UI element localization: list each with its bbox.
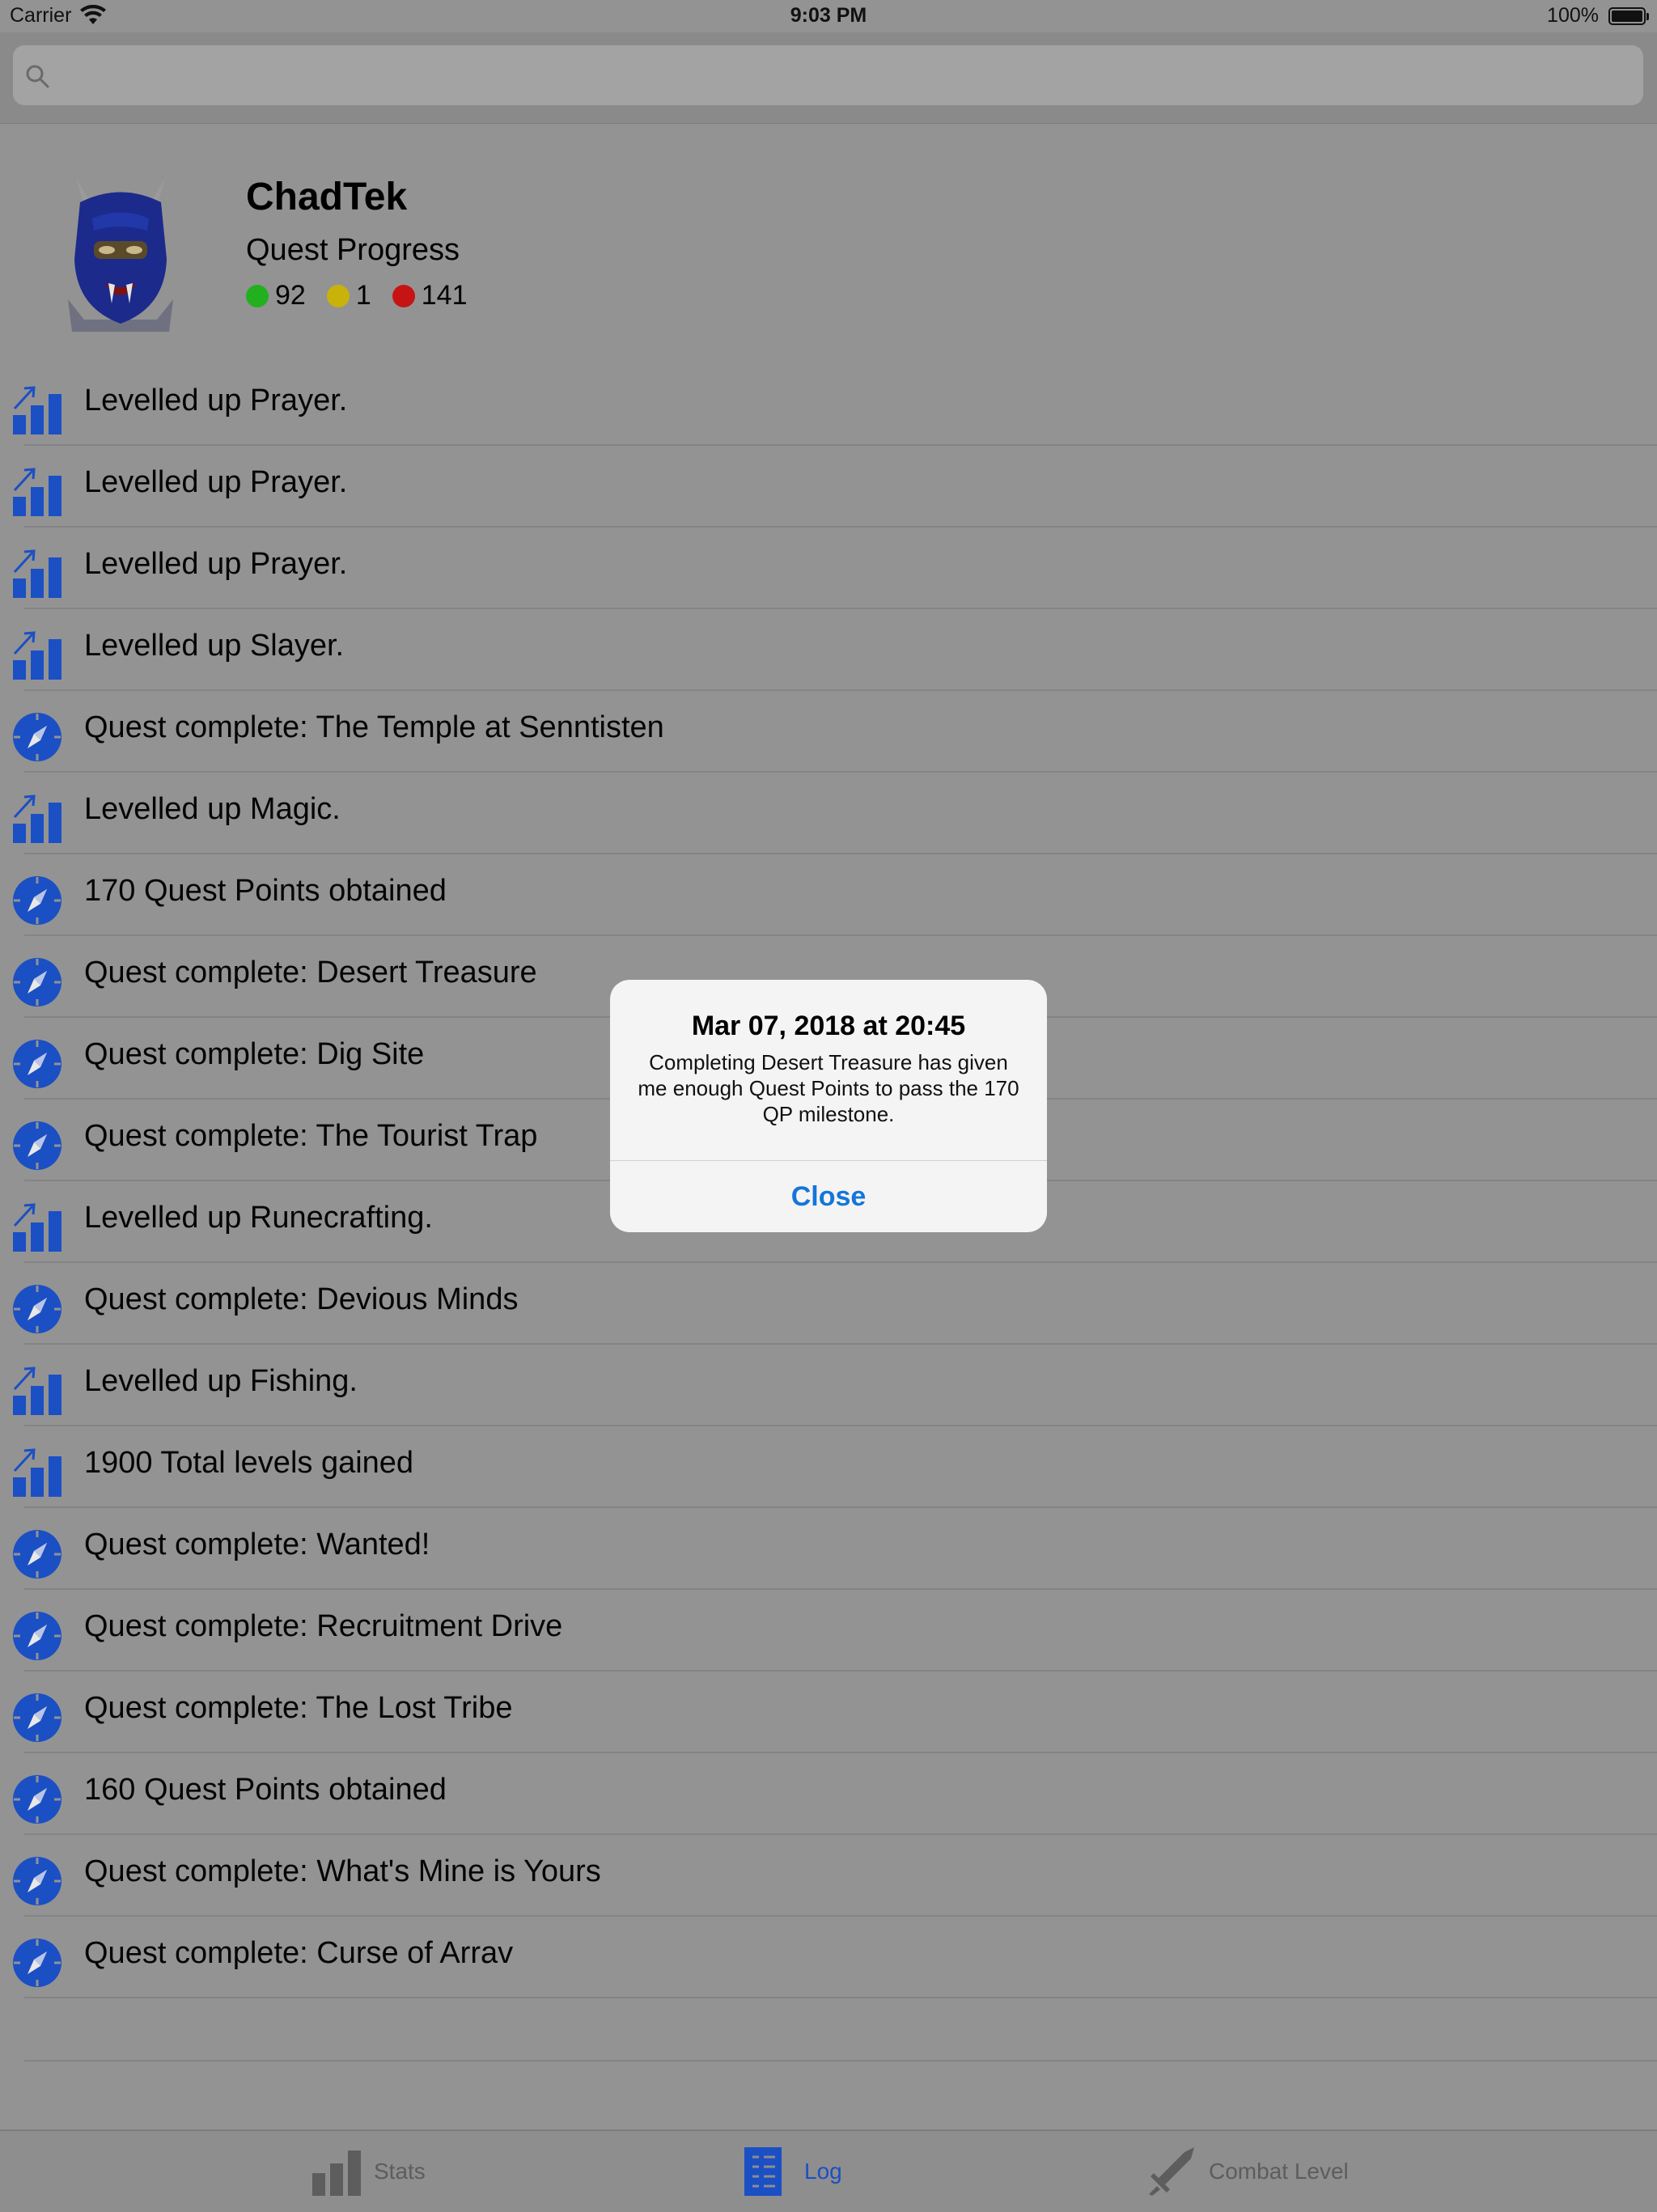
tab-label: Stats — [374, 2159, 426, 2184]
log-row-text: Quest complete: What's Mine is Yours — [84, 1854, 601, 1888]
log-row[interactable]: 160 Quest Points obtained — [13, 1753, 1657, 1835]
level-up-icon — [11, 384, 63, 436]
log-row-text: Levelled up Magic. — [84, 792, 341, 826]
clock: 9:03 PM — [790, 4, 867, 27]
battery-percentage: 100% — [1547, 4, 1599, 27]
log-row[interactable]: Quest complete: Recruitment Drive — [13, 1590, 1657, 1672]
level-up-icon — [11, 466, 63, 518]
alert-message: Completing Desert Treasure has given me … — [638, 1050, 1019, 1126]
level-up-icon — [11, 793, 63, 845]
status-bar: Carrier 9:03 PM 100% — [0, 0, 1657, 32]
log-row-text: Quest complete: Devious Minds — [84, 1282, 519, 1316]
event-detail-alert: Mar 07, 2018 at 20:45 Completing Desert … — [610, 980, 1047, 1232]
log-row-text: Levelled up Prayer. — [84, 383, 348, 417]
log-row-text: Quest complete: Desert Treasure — [84, 956, 537, 989]
compass-icon — [11, 1038, 63, 1090]
compass-icon — [11, 1120, 63, 1172]
compass-icon — [11, 1773, 63, 1825]
level-up-icon — [11, 1201, 63, 1253]
close-button[interactable]: Close — [610, 1161, 1047, 1232]
log-row-text: 170 Quest Points obtained — [84, 874, 447, 908]
in-progress-count: 1 — [355, 280, 371, 311]
divider — [24, 2060, 1657, 2062]
quest-progress-counts: 92 1 141 — [246, 280, 488, 311]
log-row[interactable]: Levelled up Slayer. — [13, 609, 1657, 691]
log-row-text: Quest complete: The Lost Tribe — [84, 1691, 513, 1725]
log-row-text: Levelled up Prayer. — [84, 465, 348, 499]
completed-dot-icon — [246, 284, 269, 307]
level-up-icon — [11, 629, 63, 681]
tab-bar: Stats Log Combat Level — [0, 2129, 1657, 2212]
tab-label: Log — [804, 2159, 842, 2184]
completed-count: 92 — [275, 280, 306, 311]
player-name: ChadTek — [246, 176, 408, 218]
compass-icon — [11, 1528, 63, 1580]
compass-icon — [11, 956, 63, 1008]
compass-icon — [11, 711, 63, 763]
in-progress-dot-icon — [326, 284, 350, 307]
log-row[interactable]: Levelled up Magic. — [13, 773, 1657, 854]
search-icon — [26, 65, 49, 88]
tab-label: Combat Level — [1209, 2159, 1349, 2184]
level-up-icon — [11, 1365, 63, 1417]
log-row-text: 160 Quest Points obtained — [84, 1773, 447, 1807]
compass-icon — [11, 875, 63, 926]
log-row-text: Quest complete: The Tourist Trap — [84, 1119, 538, 1153]
sword-icon — [1149, 2147, 1194, 2196]
tab-combat-level[interactable]: Combat Level — [1146, 2131, 1349, 2212]
battery-icon — [1608, 7, 1649, 25]
compass-icon — [11, 1937, 63, 1989]
level-up-icon — [11, 548, 63, 600]
log-row[interactable]: Quest complete: Devious Minds — [13, 1263, 1657, 1345]
compass-icon — [11, 1610, 63, 1662]
tab-log[interactable]: Log — [741, 2131, 842, 2212]
log-row-text: Quest complete: Recruitment Drive — [84, 1609, 563, 1643]
log-row[interactable]: Quest complete: The Temple at Senntisten — [13, 691, 1657, 773]
compass-icon — [11, 1283, 63, 1335]
log-row-text: Levelled up Runecrafting. — [84, 1201, 433, 1235]
player-avatar — [68, 178, 173, 332]
log-row[interactable]: Levelled up Prayer. — [13, 446, 1657, 528]
log-row[interactable]: Levelled up Fishing. — [13, 1345, 1657, 1426]
search-input[interactable] — [13, 45, 1643, 105]
log-icon — [744, 2147, 782, 2196]
log-row[interactable]: Levelled up Prayer. — [13, 364, 1657, 446]
compass-icon — [11, 1692, 63, 1744]
not-started-count: 141 — [421, 280, 468, 311]
level-up-icon — [11, 1447, 63, 1498]
search-bar — [0, 32, 1657, 124]
log-row[interactable]: Levelled up Prayer. — [13, 528, 1657, 609]
quest-progress-label: Quest Progress — [246, 233, 460, 267]
log-row[interactable]: 170 Quest Points obtained — [13, 854, 1657, 936]
tab-stats[interactable]: Stats — [311, 2131, 426, 2212]
log-row-text: 1900 Total levels gained — [84, 1446, 414, 1480]
log-row[interactable]: Quest complete: What's Mine is Yours — [13, 1835, 1657, 1917]
log-row-text: Quest complete: Wanted! — [84, 1528, 430, 1562]
stats-icon — [312, 2151, 361, 2196]
log-row[interactable]: Quest complete: The Lost Tribe — [13, 1672, 1657, 1753]
log-row[interactable]: Quest complete: Curse of Arrav — [13, 1917, 1657, 1998]
not-started-dot-icon — [392, 284, 415, 307]
log-row-text: Quest complete: Curse of Arrav — [84, 1936, 514, 1970]
log-row-text: Quest complete: Dig Site — [84, 1037, 425, 1071]
log-row-text: Quest complete: The Temple at Senntisten — [84, 710, 664, 744]
log-row[interactable]: 1900 Total levels gained — [13, 1426, 1657, 1508]
log-row-text: Levelled up Fishing. — [84, 1364, 358, 1398]
log-row-text: Levelled up Prayer. — [84, 547, 348, 581]
log-row[interactable]: Quest complete: Wanted! — [13, 1508, 1657, 1590]
alert-title: Mar 07, 2018 at 20:45 — [691, 1011, 966, 1041]
compass-icon — [11, 1855, 63, 1907]
log-row-text: Levelled up Slayer. — [84, 629, 345, 663]
